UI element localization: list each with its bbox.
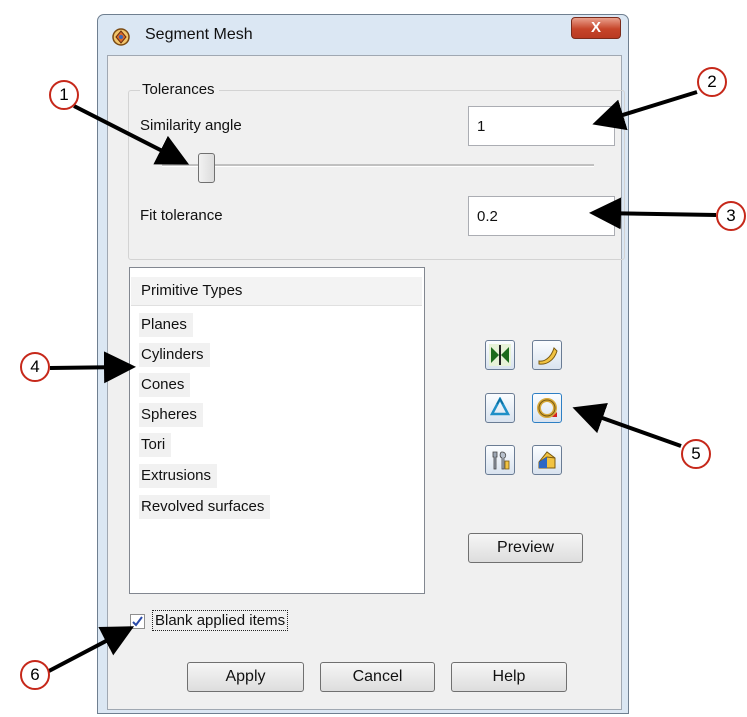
- arrow-4: [49, 351, 136, 384]
- arrow-6: [46, 626, 135, 674]
- annotation-arrows: [46, 90, 717, 674]
- callout-3: 3: [716, 201, 746, 231]
- callout-4: 4: [20, 352, 50, 382]
- arrow-3: [589, 197, 717, 230]
- arrow-1: [73, 104, 190, 165]
- arrow-2: [592, 90, 698, 131]
- arrow-5: [572, 402, 682, 448]
- callout-2: 2: [697, 67, 727, 97]
- callout-5: 5: [681, 439, 711, 469]
- callout-1: 1: [49, 80, 79, 110]
- callout-6: 6: [20, 660, 50, 690]
